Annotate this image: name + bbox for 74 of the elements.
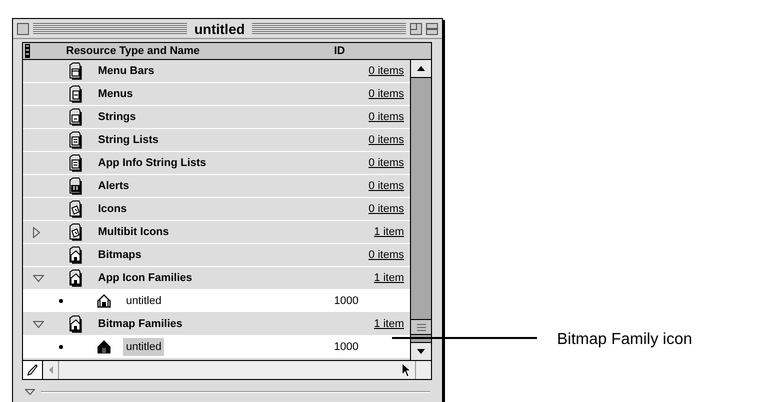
item-count-link[interactable]: 0 items [334,178,404,194]
resource-type-name: Alerts [98,178,130,194]
resource-id: 1000 [334,294,360,309]
collapse-box[interactable] [426,22,438,34]
folder-icon [68,85,83,103]
up-arrow-icon [417,66,425,71]
table-row[interactable]: String Lists 0 items [23,129,410,152]
item-count-link[interactable]: 0 items [334,62,404,80]
resource-type-name: String Lists [98,132,160,148]
disclosure-triangle-icon[interactable] [33,226,40,238]
resource-type-name: Menus [98,86,134,102]
house-icon [97,340,111,354]
folder-icon [68,131,83,149]
folder-icon [68,62,83,80]
table-row[interactable]: Icons 0 items [23,198,410,221]
folder-icon [68,315,83,333]
item-count-link[interactable]: 0 items [334,154,404,172]
resource-type-name: App Info String Lists [98,156,208,171]
folder-icon [68,177,83,195]
table-row[interactable]: Multibit Icons 1 item [23,221,410,244]
scroll-down-button[interactable] [411,342,431,360]
table-row[interactable]: Bitmap Families 1 item [23,313,410,336]
vertical-scrollbar[interactable] [410,60,431,360]
resource-type-name: Menu Bars [98,64,156,79]
left-arrow-icon [48,366,52,374]
table-row[interactable]: App Icon Families 1 item [23,267,410,290]
resource-name: untitled [123,338,164,356]
resource-id: 1000 [334,340,360,355]
item-count-link[interactable]: 0 items [334,86,404,102]
scroll-thumb[interactable] [411,319,431,335]
table-row[interactable]: Bitmaps 0 items [23,244,410,267]
resource-type-name: Bitmaps [98,248,142,263]
sort-icon[interactable] [25,44,30,58]
table-row[interactable]: Alerts 0 items [23,175,410,198]
table-row[interactable]: App Info String Lists 0 items [23,152,410,175]
column-header[interactable]: Resource Type and Name [66,42,334,60]
item-count-link[interactable]: 0 items [334,246,404,264]
disclosure-triangle-icon[interactable] [33,320,44,328]
resource-type-name: Strings [98,110,137,125]
bullet-icon [59,345,63,349]
resource-type-name: Multibit Icons [98,224,170,240]
scroll-up-button[interactable] [411,60,431,78]
disclosure-triangle-icon[interactable] [25,389,35,395]
zoom-box[interactable] [410,22,422,34]
folder-icon [68,269,83,287]
folder-icon [68,200,83,218]
table-row[interactable]: untitled 1000 [23,336,410,359]
table-row[interactable]: Strings 0 items [23,106,410,129]
callout-label: Bitmap Family icon [557,330,692,350]
folder-icon [68,108,83,126]
edit-button[interactable] [23,361,43,379]
item-count-link[interactable]: 0 items [334,200,404,218]
item-count-link[interactable]: 0 items [334,132,404,148]
resource-type-name: Bitmap Families [98,316,184,332]
pencil-icon [27,364,38,376]
folder-icon [68,246,83,264]
folder-icon [68,223,83,241]
item-count-link[interactable]: 1 item [334,224,404,240]
window-title: untitled [193,22,246,36]
folder-icon [68,154,83,172]
item-count-link[interactable]: 0 items [334,108,404,126]
table-row[interactable]: Menu Bars 0 items [23,60,410,83]
column-header[interactable]: ID [334,42,345,60]
table-row[interactable]: Menus 0 items [23,83,410,106]
close-box[interactable] [17,22,29,34]
house-icon [97,294,111,308]
bullet-icon [59,299,63,303]
item-count-link[interactable]: 1 item [334,270,404,286]
item-count-link[interactable]: 1 item [334,316,404,332]
resource-type-name: App Icon Families [98,270,194,286]
disclosure-triangle-icon[interactable] [33,274,44,282]
down-arrow-icon [417,349,425,354]
table-row[interactable]: untitled 1000 [23,290,410,313]
resource-type-name: Icons [98,202,128,217]
